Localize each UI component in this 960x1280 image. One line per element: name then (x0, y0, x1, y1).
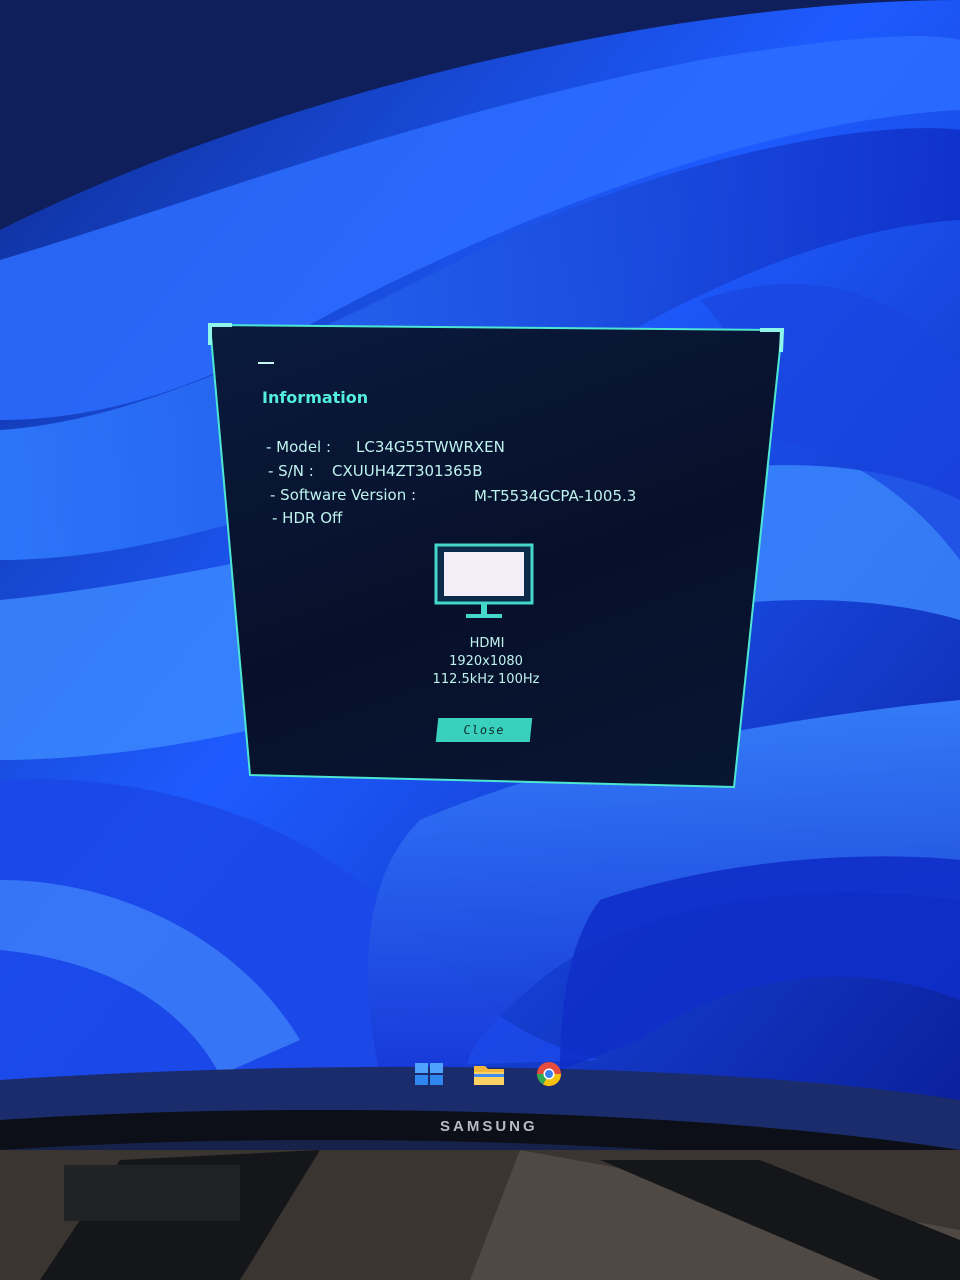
sn-label: - S/N : (268, 462, 314, 480)
sn-value: CXUUH4ZT301365B (332, 462, 483, 480)
close-button[interactable]: Close (435, 718, 533, 742)
resolution: 1920x1080 (449, 654, 523, 669)
file-explorer-icon[interactable] (472, 1060, 506, 1088)
osd-title: Information (262, 388, 369, 407)
frequency: 112.5kHz 100Hz (432, 672, 540, 687)
samsung-logo: SAMSUNG (440, 1118, 538, 1135)
chrome-icon[interactable] (532, 1060, 566, 1088)
input-source: HDMI (469, 636, 505, 651)
hdr-status: - HDR Off (272, 509, 343, 527)
model-label: - Model : (266, 438, 332, 456)
software-version-value: M-T5534GCPA-1005.3 (474, 487, 637, 505)
windows-start-icon[interactable] (412, 1060, 446, 1088)
software-version-label: - Software Version : (270, 486, 417, 504)
taskbar (412, 1060, 572, 1092)
osd-dash (258, 362, 274, 364)
monitor-icon (434, 543, 534, 618)
model-value: LC34G55TWWRXEN (356, 438, 505, 456)
